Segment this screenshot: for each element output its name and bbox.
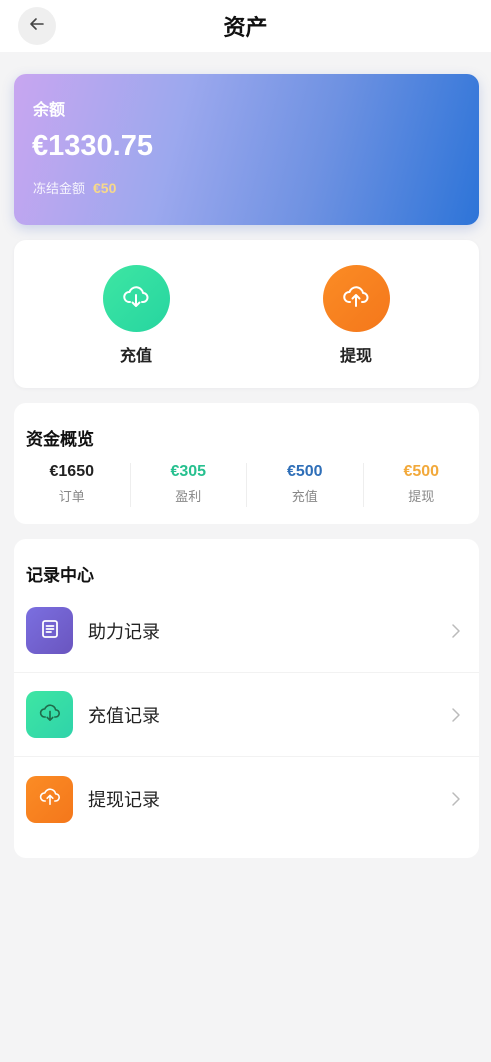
balance-card: 余额 €1330.75 冻结金额 €50 — [14, 74, 479, 225]
stat-label: 盈利 — [175, 490, 202, 505]
stat-value: €500 — [286, 463, 323, 480]
stat-value: €500 — [403, 463, 440, 480]
action-card: 充值 提现 — [14, 240, 479, 388]
stat-value: €305 — [170, 463, 207, 480]
page-title: 资产 — [223, 16, 268, 41]
stat-orders: €1650 订单 — [14, 463, 131, 507]
withdraw-button[interactable]: 提现 — [301, 265, 411, 366]
frozen-amount-row: 冻结金额 €50 — [33, 178, 116, 197]
recharge-label: 充值 — [119, 346, 152, 365]
cloud-upload-icon — [38, 785, 62, 813]
cloud-download-icon — [121, 282, 151, 316]
record-label: 提现记录 — [88, 790, 160, 811]
fund-overview-card: 资金概览 €1650 订单 €305 盈利 €500 充值 €500 提现 — [14, 403, 479, 524]
record-item-recharge[interactable]: 充值记录 — [14, 673, 479, 757]
record-item-withdraw[interactable]: 提现记录 — [14, 757, 479, 841]
record-center-card: 记录中心 助力记录 充值记录 提现记录 — [14, 539, 479, 858]
stat-label: 充值 — [291, 490, 318, 505]
withdraw-label: 提现 — [339, 346, 372, 365]
record-icon-box — [26, 607, 73, 654]
record-label: 充值记录 — [88, 705, 160, 727]
balance-label: 余额 — [33, 100, 66, 119]
record-item-assist[interactable]: 助力记录 — [14, 589, 479, 673]
fund-overview-title: 资金概览 — [26, 430, 94, 450]
chevron-right-icon — [451, 791, 461, 807]
stat-profit: €305 盈利 — [131, 463, 247, 507]
recharge-circle — [102, 265, 170, 332]
stat-label: 提现 — [408, 490, 435, 505]
frozen-amount-label: 冻结金额 — [33, 182, 86, 197]
balance-amount: €1330.75 — [32, 130, 153, 162]
top-bar: 资产 — [0, 0, 491, 52]
recharge-button[interactable]: 充值 — [81, 265, 191, 366]
cloud-download-icon — [38, 701, 62, 729]
frozen-amount-value: €50 — [93, 180, 117, 196]
cloud-upload-icon — [341, 282, 371, 316]
fund-stats-row: €1650 订单 €305 盈利 €500 充值 €500 提现 — [14, 463, 479, 507]
stat-value: €1650 — [49, 463, 95, 480]
chevron-right-icon — [451, 707, 461, 723]
stat-recharge: €500 充值 — [247, 463, 364, 507]
stat-withdraw: €500 提现 — [364, 463, 480, 507]
chevron-right-icon — [451, 623, 461, 639]
record-icon-box — [26, 775, 73, 823]
record-label: 助力记录 — [88, 621, 160, 643]
record-icon-box — [26, 691, 73, 738]
stat-label: 订单 — [58, 490, 85, 505]
withdraw-circle — [322, 265, 390, 332]
document-list-icon — [39, 618, 61, 644]
record-center-title: 记录中心 — [26, 566, 94, 586]
